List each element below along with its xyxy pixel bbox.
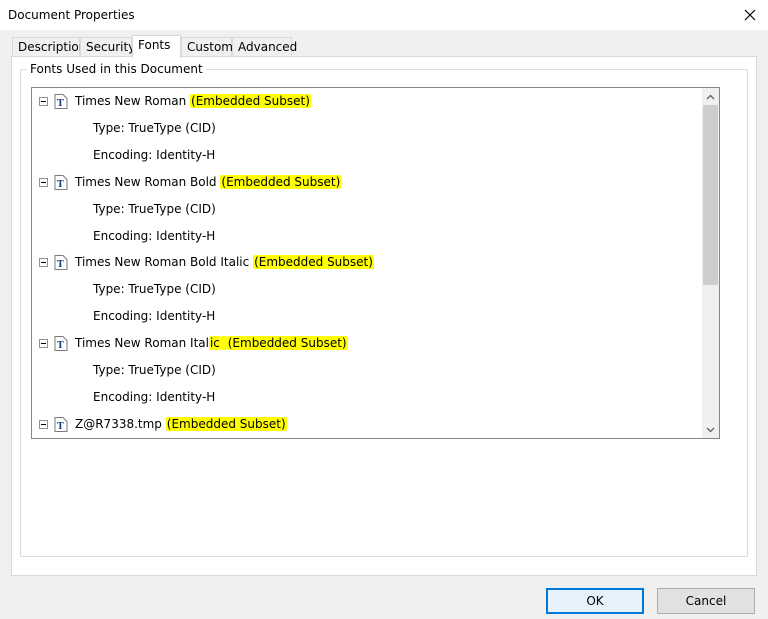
font-name: Z@R7338.tmp [75,417,162,431]
fonts-tab-panel: Fonts Used in this Document T Times New … [11,56,757,576]
embedded-subset-tag: (Embedded Subset) [220,175,342,189]
font-node[interactable]: T Times New Roman Bold Italic (Embedded … [32,249,697,276]
font-type: Type: TrueType (CID) [93,121,216,135]
svg-text:T: T [57,99,64,109]
scroll-up-button[interactable] [702,88,719,105]
font-type: Type: TrueType (CID) [93,363,216,377]
font-encoding: Encoding: Identity-H [93,309,216,323]
truetype-font-icon: T [54,175,68,190]
font-detail-row: Encoding: Identity-H [32,384,697,411]
collapse-box-icon[interactable] [39,97,48,106]
font-node[interactable]: T Times New Roman Italic (Embedded Subse… [32,330,697,357]
fonts-group-legend: Fonts Used in this Document [27,62,206,76]
truetype-font-icon: T [54,336,68,351]
font-name: Times New Roman Ital [75,336,209,350]
cancel-button[interactable]: Cancel [657,588,755,614]
tab-fonts[interactable]: Fonts [132,35,181,58]
collapse-box-icon[interactable] [39,258,48,267]
title-bar: Document Properties [0,0,768,30]
embedded-subset-tag: (Embedded Subset) [253,255,374,269]
vertical-scrollbar[interactable] [702,88,719,438]
font-node[interactable]: T Z@R7338.tmp (Embedded Subset) [32,411,697,438]
truetype-font-icon: T [54,417,68,432]
scroll-thumb[interactable] [703,105,718,285]
tab-custom[interactable]: Custom [181,37,233,57]
font-encoding: Encoding: Identity-H [93,229,216,243]
embedded-subset-tag: (Embedded Subset) [165,417,287,431]
font-type: Type: TrueType (CID) [93,282,216,296]
close-icon [744,9,756,21]
font-detail-row: Type: TrueType (CID) [32,276,697,303]
truetype-font-icon: T [54,255,68,270]
svg-text:T: T [57,422,64,432]
svg-text:T: T [57,180,64,190]
font-detail-row: Type: TrueType (CID) [32,115,697,142]
font-type: Type: TrueType (CID) [93,202,216,216]
document-properties-dialog: Document Properties Description Security… [0,0,768,619]
tab-description[interactable]: Description [12,37,86,57]
scroll-down-arrow-icon [706,427,715,432]
font-encoding: Encoding: Identity-H [93,148,216,162]
close-button[interactable] [732,0,768,30]
svg-text:T: T [57,341,64,351]
truetype-font-icon: T [54,94,68,109]
tab-security[interactable]: Security [80,37,135,57]
collapse-box-icon[interactable] [39,420,48,429]
font-detail-row: Type: TrueType (CID) [32,357,697,384]
embedded-subset-tag: (Embedded Subset) [190,94,311,108]
window-title: Document Properties [8,8,135,22]
font-detail-row: Encoding: Identity-H [32,223,697,250]
font-name: Times New Roman Bold [75,175,217,189]
font-node[interactable]: T Times New Roman Bold (Embedded Subset) [32,169,697,196]
font-detail-row: Type: TrueType (CID) [32,196,697,223]
embedded-subset-tag: (Embedded Subset) [226,336,348,350]
scroll-up-arrow-icon [706,94,715,99]
scroll-down-button[interactable] [702,421,719,438]
font-name: Times New Roman Bold Italic [75,255,250,269]
fonts-tree[interactable]: T Times New Roman (Embedded Subset) Type… [31,87,720,439]
font-encoding: Encoding: Identity-H [93,390,216,404]
font-name-tail: ic [208,336,221,350]
ok-button[interactable]: OK [546,588,644,614]
svg-text:T: T [57,260,64,270]
tab-advanced[interactable]: Advanced [232,37,297,57]
collapse-box-icon[interactable] [39,178,48,187]
font-node[interactable]: T Times New Roman (Embedded Subset) [32,88,697,115]
font-detail-row: Encoding: Identity-H [32,142,697,169]
font-name: Times New Roman [75,94,187,108]
font-detail-row: Encoding: Identity-H [32,303,697,330]
collapse-box-icon[interactable] [39,339,48,348]
